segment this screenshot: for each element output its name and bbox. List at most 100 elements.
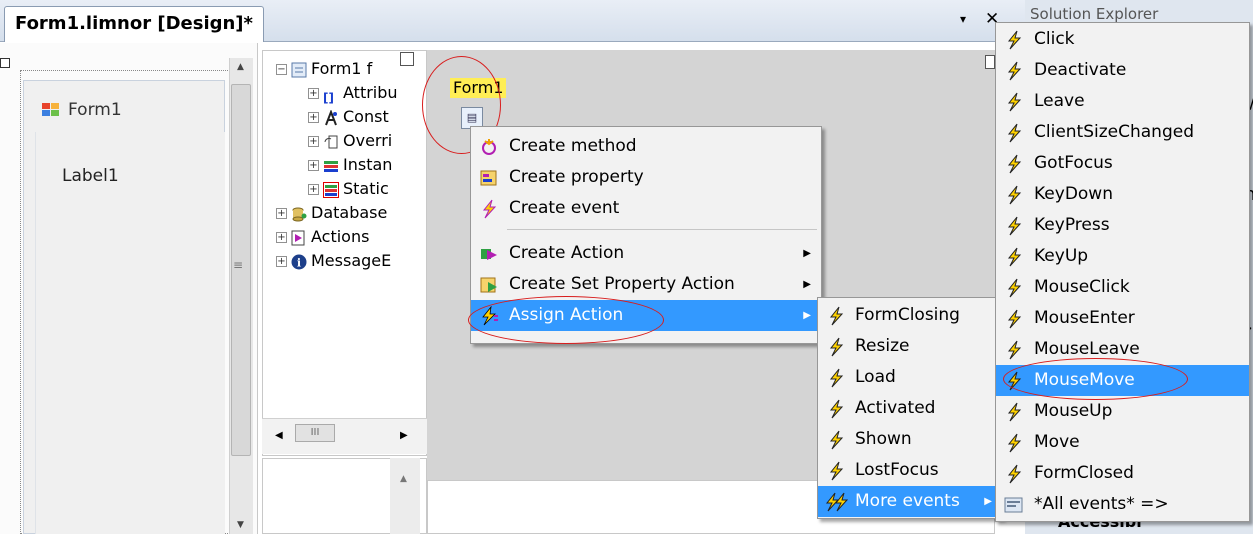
expand-icon[interactable]: + (308, 160, 319, 171)
menu-item-lostfocus[interactable]: LostFocus (818, 455, 1002, 486)
submenu-arrow-icon: ▶ (803, 279, 811, 290)
tree-node-static[interactable]: + Static (308, 177, 389, 201)
menu-item-mouseclick[interactable]: MouseClick (996, 272, 1249, 303)
database-icon (292, 207, 307, 221)
menu-item-formclosing[interactable]: FormClosing (818, 300, 1002, 331)
menu-item-label: KeyDown (1034, 184, 1113, 204)
menu-item-more-events[interactable]: More events ▶ (818, 486, 1002, 517)
property-pane-scrollbar[interactable] (390, 458, 420, 534)
expand-icon[interactable]: + (276, 256, 287, 267)
form-title-text: Form1 (68, 100, 122, 120)
event-bolt-icon (1007, 278, 1022, 298)
menu-item-click[interactable]: Click (996, 24, 1249, 55)
form-window-icon (42, 103, 59, 116)
create-event-icon (482, 199, 497, 219)
menu-item-create-set-property-action[interactable]: Create Set Property Action ▶ (471, 269, 821, 300)
menu-item-label: FormClosed (1034, 463, 1134, 483)
tree-hscroll-thumb[interactable]: III (295, 424, 335, 442)
menu-item-create-event[interactable]: Create event (471, 193, 821, 224)
tree-resize-handle[interactable] (400, 52, 414, 66)
create-property-icon (480, 170, 497, 186)
annotation-ellipse (468, 296, 664, 344)
scroll-up-arrow-icon[interactable]: ▲ (400, 474, 407, 484)
menu-item-keydown[interactable]: KeyDown (996, 179, 1249, 210)
menu-item-move[interactable]: Move (996, 427, 1249, 458)
menu-item-deactivate[interactable]: Deactivate (996, 55, 1249, 86)
event-bolt-icon (1007, 185, 1022, 205)
create-method-icon (482, 139, 496, 155)
expand-icon[interactable]: + (308, 88, 319, 99)
menu-item-label: Create method (509, 136, 637, 156)
menu-item-label: More events (855, 491, 960, 511)
form-node-icon (291, 62, 307, 77)
tree-node-actions[interactable]: + Actions (276, 225, 369, 249)
menu-item-activated[interactable]: Activated (818, 393, 1002, 424)
menu-item-label: GotFocus (1034, 153, 1113, 173)
menu-item-create-property[interactable]: Create property (471, 162, 821, 193)
instance-icon (324, 160, 338, 172)
tree-node-instance[interactable]: + Instan (308, 153, 392, 177)
expand-icon[interactable]: + (276, 232, 287, 243)
menu-item-label: Create event (509, 198, 620, 218)
scroll-left-arrow-icon[interactable]: ◀ (275, 430, 283, 441)
override-icon (324, 135, 338, 148)
menu-item-create-method[interactable]: Create method (471, 131, 821, 162)
event-bolt-icon (1007, 61, 1022, 81)
tree-node-attributes[interactable]: + [] Attribu (308, 81, 398, 105)
menu-item-shown[interactable]: Shown (818, 424, 1002, 455)
tree-node-constructors[interactable]: + Const (308, 105, 389, 129)
menu-item-keypress[interactable]: KeyPress (996, 210, 1249, 241)
menu-item-label: FormClosing (855, 305, 960, 325)
tree-node-database[interactable]: + Database (276, 201, 387, 225)
menu-item-mouseup[interactable]: MouseUp (996, 396, 1249, 427)
menu-item-all-events[interactable]: *All events* => (996, 489, 1249, 520)
tree-node-overrides[interactable]: + Overri (308, 129, 392, 153)
create-action-icon (481, 249, 497, 260)
menu-item-clientsizechanged[interactable]: ClientSizeChanged (996, 117, 1249, 148)
event-bolt-icon (829, 368, 844, 388)
menu-item-load[interactable]: Load (818, 362, 1002, 393)
scroll-down-arrow-icon[interactable]: ▼ (237, 520, 244, 530)
annotation-ellipse (1003, 358, 1188, 400)
tree-root[interactable]: − Form1 f (276, 57, 372, 81)
static-icon (323, 181, 339, 198)
event-bolt-icon (1007, 340, 1022, 360)
event-bolt-icon (1007, 154, 1022, 174)
expand-icon[interactable]: + (308, 136, 319, 147)
tab-dropdown-icon[interactable]: ▾ (960, 12, 966, 26)
menu-item-label: Click (1034, 29, 1075, 49)
menu-item-label: KeyPress (1034, 215, 1110, 235)
menu-item-leave[interactable]: Leave (996, 86, 1249, 117)
tree-root-label: Form1 f (311, 59, 373, 78)
menu-item-label: Create Set Property Action (509, 274, 735, 294)
menu-item-label: *All events* => (1034, 494, 1169, 514)
expand-icon[interactable]: + (276, 208, 287, 219)
scroll-up-arrow-icon[interactable]: ▲ (237, 62, 244, 72)
resize-handle[interactable] (0, 58, 10, 68)
tree-node-label: Attribu (343, 83, 398, 102)
menu-item-mouseenter[interactable]: MouseEnter (996, 303, 1249, 334)
form-client-area[interactable] (35, 132, 225, 534)
event-bolt-icon (1007, 309, 1022, 329)
assign-action-submenu: FormClosing Resize Load Activated Shown … (817, 297, 1003, 519)
menu-item-label: MouseUp (1034, 401, 1113, 421)
menu-item-create-action[interactable]: Create Action ▶ (471, 238, 821, 269)
collapse-icon[interactable]: − (276, 64, 287, 75)
create-set-property-icon (480, 277, 497, 293)
document-tab[interactable]: Form1.limnor [Design]* (4, 6, 264, 42)
menu-item-label: Deactivate (1034, 60, 1127, 80)
scroll-right-arrow-icon[interactable]: ▶ (400, 430, 408, 441)
event-bolt-icon (829, 337, 844, 357)
menu-item-label: LostFocus (855, 460, 939, 480)
expand-icon[interactable]: + (308, 184, 319, 195)
expand-icon[interactable]: + (308, 112, 319, 123)
menu-item-resize[interactable]: Resize (818, 331, 1002, 362)
event-bolt-icon (1007, 464, 1022, 484)
menu-item-gotfocus[interactable]: GotFocus (996, 148, 1249, 179)
label1-control[interactable]: Label1 (62, 166, 119, 186)
tree-node-messagebox[interactable]: + i MessageE (276, 249, 391, 273)
menu-item-formclosed[interactable]: FormClosed (996, 458, 1249, 489)
attributes-icon: [] (323, 90, 334, 105)
menu-item-keyup[interactable]: KeyUp (996, 241, 1249, 272)
surface-resize-handle[interactable] (985, 55, 995, 69)
